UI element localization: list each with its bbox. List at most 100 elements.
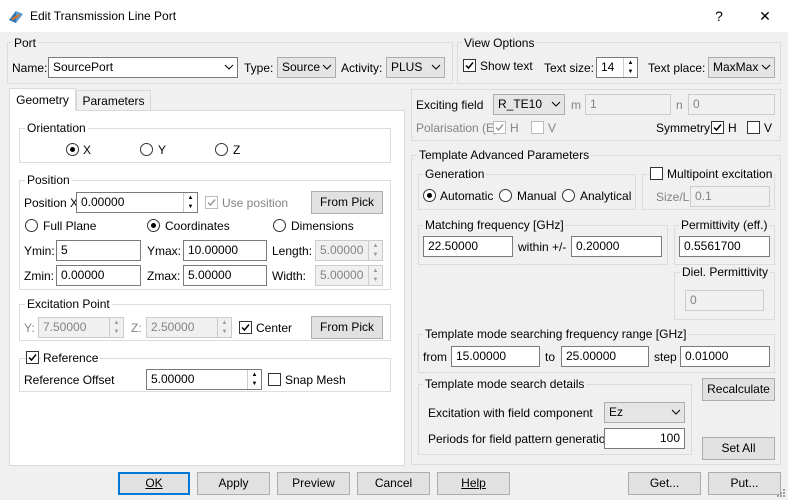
ymin-input[interactable]: 5 [56, 240, 141, 261]
text-place-combo[interactable]: MaxMax [708, 57, 775, 78]
width-spinner[interactable]: ▲ ▼ [368, 266, 382, 285]
check-icon [241, 324, 250, 332]
exciting-field-combo[interactable]: R_TE10 [493, 94, 565, 115]
apply-button[interactable]: Apply [197, 472, 270, 495]
close-icon[interactable]: ✕ [742, 0, 788, 32]
n-input[interactable]: 0 [688, 94, 775, 115]
show-text-label: Show text [480, 59, 533, 73]
preview-button[interactable]: Preview [277, 472, 350, 495]
help-button[interactable]: Help [437, 472, 510, 495]
check-icon [207, 199, 216, 207]
full-plane-radio[interactable] [25, 219, 38, 232]
m-input[interactable]: 1 [585, 94, 671, 115]
cancel-button[interactable]: Cancel [357, 472, 430, 495]
orientation-y-radio[interactable] [140, 143, 153, 156]
type-combo[interactable]: Source [277, 57, 336, 78]
position-from-pick-button[interactable]: From Pick [311, 191, 383, 214]
show-text-checkbox[interactable] [463, 59, 476, 72]
pol-v-checkbox[interactable] [531, 121, 544, 134]
chevron-down-icon [761, 64, 771, 70]
position-label: Position [25, 173, 72, 187]
diel-input[interactable]: 0 [685, 290, 764, 311]
ymin-label: Ymin: [24, 244, 55, 258]
manual-radio[interactable] [499, 189, 512, 202]
zmin-input[interactable]: 0.00000 [56, 265, 141, 286]
coordinates-radio[interactable] [147, 219, 160, 232]
length-label: Length: [272, 244, 313, 258]
full-plane-label: Full Plane [43, 219, 97, 233]
excitation-component-combo[interactable]: Ez [604, 402, 685, 423]
size-label: Size/L [656, 190, 690, 204]
permittivity-input[interactable]: 0.5561700 [679, 236, 770, 257]
set-all-button[interactable]: Set All [702, 437, 775, 460]
ymax-input[interactable]: 10.00000 [183, 240, 267, 261]
ok-button[interactable]: OK [118, 472, 190, 495]
activity-combo[interactable]: PLUS [386, 57, 445, 78]
type-value: Source [282, 60, 321, 74]
sym-v-checkbox[interactable] [747, 121, 760, 134]
multipoint-label: Multipoint excitation [665, 167, 775, 181]
resize-grip-icon[interactable] [775, 487, 786, 498]
symmetry-label: Symmetry [656, 121, 710, 135]
range-label: Template mode searching frequency range … [423, 327, 689, 341]
exciting-field-value: R_TE10 [498, 97, 543, 111]
exc-y-label: Y: [24, 321, 35, 335]
polarisation-label: Polarisation (E) [416, 121, 499, 135]
automatic-radio[interactable] [423, 189, 436, 202]
pol-v-label: V [548, 121, 557, 135]
reference-offset-input[interactable]: 5.00000 [146, 369, 262, 390]
sym-h-checkbox[interactable] [711, 121, 724, 134]
step-input[interactable]: 0.01000 [680, 346, 770, 367]
size-input[interactable]: 0.1 [690, 186, 770, 207]
check-icon [495, 124, 504, 132]
exc-z-spinner[interactable]: ▲ ▼ [217, 318, 231, 337]
type-label: Type: [244, 61, 274, 75]
multipoint-checkbox[interactable] [650, 167, 663, 180]
within-input[interactable]: 0.20000 [571, 236, 662, 257]
from-input[interactable]: 15.00000 [451, 346, 540, 367]
name-label: Name: [12, 61, 48, 75]
orientation-z-radio[interactable] [215, 143, 228, 156]
matching-label: Matching frequency [GHz] [423, 218, 566, 232]
orientation-x-label: X [83, 143, 92, 157]
pol-h-label: H [510, 121, 519, 135]
reference-checkbox[interactable] [26, 351, 39, 364]
zmax-label: Zmax: [147, 269, 181, 283]
n-label: n [676, 98, 683, 112]
tab-geometry[interactable]: Geometry [9, 88, 76, 111]
help-label: Help [461, 476, 486, 490]
to-label: to [545, 350, 556, 364]
ok-label: OK [145, 476, 163, 490]
zmax-input[interactable]: 5.00000 [183, 265, 267, 286]
template-label: Template Advanced Parameters [417, 148, 592, 162]
use-position-label: Use position [222, 196, 289, 210]
exc-from-pick-button[interactable]: From Pick [311, 316, 383, 339]
orientation-x-radio[interactable] [66, 143, 79, 156]
orientation-z-label: Z [233, 143, 241, 157]
text-place-value: MaxMax [713, 60, 759, 74]
put-button[interactable]: Put... [708, 472, 781, 495]
help-icon[interactable]: ? [696, 0, 742, 32]
recalculate-button[interactable]: Recalculate [702, 378, 775, 401]
position-x-input[interactable]: 0.00000 [76, 192, 198, 213]
periods-input[interactable]: 100 [604, 428, 685, 449]
check-icon [713, 124, 722, 132]
tab-parameters[interactable]: Parameters [76, 90, 151, 110]
reference-offset-spinner[interactable]: ▲ ▼ [247, 370, 261, 389]
center-checkbox[interactable] [239, 321, 252, 334]
dimensions-radio[interactable] [273, 219, 286, 232]
length-spinner[interactable]: ▲ ▼ [368, 241, 382, 260]
position-x-spinner[interactable]: ▲ ▼ [183, 193, 197, 212]
name-combo[interactable]: SourcePort [48, 57, 238, 78]
use-position-checkbox[interactable] [205, 196, 218, 209]
matching-input[interactable]: 22.50000 [423, 236, 513, 257]
get-button[interactable]: Get... [628, 472, 701, 495]
text-size-spinner[interactable]: ▲ ▼ [623, 58, 637, 77]
pol-h-checkbox[interactable] [493, 121, 506, 134]
chevron-down-icon [671, 409, 681, 415]
snap-mesh-checkbox[interactable] [268, 373, 281, 386]
to-input[interactable]: 25.00000 [561, 346, 649, 367]
manual-label: Manual [517, 189, 557, 203]
analytical-radio[interactable] [562, 189, 575, 202]
exc-y-spinner[interactable]: ▲ ▼ [109, 318, 123, 337]
